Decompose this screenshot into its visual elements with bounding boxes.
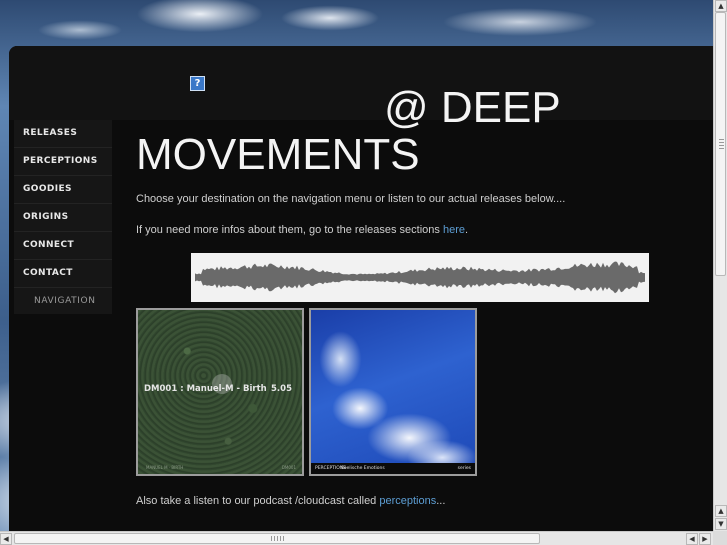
releases-here-link[interactable]: here — [443, 224, 465, 236]
audio-waveform-player[interactable] — [191, 253, 649, 302]
release-track-duration: 5.05 — [271, 384, 292, 394]
grip-icon — [271, 536, 285, 541]
page-title: @ DEEP MOVEMENTS — [136, 84, 656, 178]
grip-icon — [719, 139, 724, 149]
infos-text: If you need more infos about them, go to… — [136, 224, 468, 236]
scroll-left-right-icon[interactable]: ◀ — [686, 533, 698, 545]
podcast-text: Also take a listen to our podcast /cloud… — [136, 495, 445, 507]
perceptions-link[interactable]: perceptions — [379, 495, 436, 507]
scroll-left-icon[interactable]: ◀ — [0, 533, 12, 545]
release-cover-perceptions[interactable]: PERCEPTIONS Seelische Emotions series — [309, 308, 477, 476]
waveform-graphic[interactable] — [195, 257, 645, 298]
nav-item-connect[interactable]: CONNECT — [14, 232, 112, 260]
scroll-down-icon[interactable]: ▼ — [715, 518, 727, 530]
nav-item-goodies[interactable]: GOODIES — [14, 176, 112, 204]
scroll-up-icon[interactable]: ▲ — [715, 0, 727, 12]
navigation-menu: RELEASES PERCEPTIONS GOODIES ORIGINS CON… — [14, 120, 112, 314]
title-line-2: MOVEMENTS — [136, 130, 420, 179]
title-line-1: @ DEEP — [384, 83, 561, 132]
nav-caption: NAVIGATION — [14, 288, 112, 314]
horizontal-scrollbar[interactable]: ◀ ◀ ▶ — [0, 531, 713, 545]
scroll-right-icon[interactable]: ▶ — [699, 533, 711, 545]
release-cover-dm001[interactable]: DM001 : Manuel-M - Birth 5.05 MANUEL M ·… — [136, 308, 304, 476]
infos-prefix: If you need more infos about them, go to… — [136, 224, 443, 236]
waveform-shape — [195, 261, 645, 294]
podcast-prefix: Also take a listen to our podcast /cloud… — [136, 495, 380, 507]
nav-item-contact[interactable]: CONTACT — [14, 260, 112, 288]
nav-item-releases[interactable]: RELEASES — [14, 120, 112, 148]
infos-suffix: . — [465, 224, 469, 236]
vertical-scroll-thumb[interactable] — [715, 12, 726, 276]
intro-text: Choose your destination on the navigatio… — [136, 193, 566, 205]
vertical-scrollbar[interactable]: ▲ ▲ ▼ — [713, 0, 727, 531]
cover-caption-b: Seelische Emotions — [341, 466, 385, 471]
nav-item-origins[interactable]: ORIGINS — [14, 204, 112, 232]
nav-item-perceptions[interactable]: PERCEPTIONS — [14, 148, 112, 176]
release-track-title: DM001 : Manuel-M - Birth — [144, 384, 267, 394]
cover-footer-left: MANUEL M · BIRTH — [146, 465, 184, 470]
podcast-suffix: ... — [436, 495, 446, 507]
cover-caption-c: series — [457, 466, 471, 471]
scrollbar-corner — [713, 531, 727, 545]
scroll-up-lower-icon[interactable]: ▲ — [715, 505, 727, 517]
cover-caption-bar: PERCEPTIONS Seelische Emotions series — [311, 463, 475, 474]
cover-footer-right: DM001 — [281, 465, 296, 470]
horizontal-scroll-thumb[interactable] — [14, 533, 540, 544]
